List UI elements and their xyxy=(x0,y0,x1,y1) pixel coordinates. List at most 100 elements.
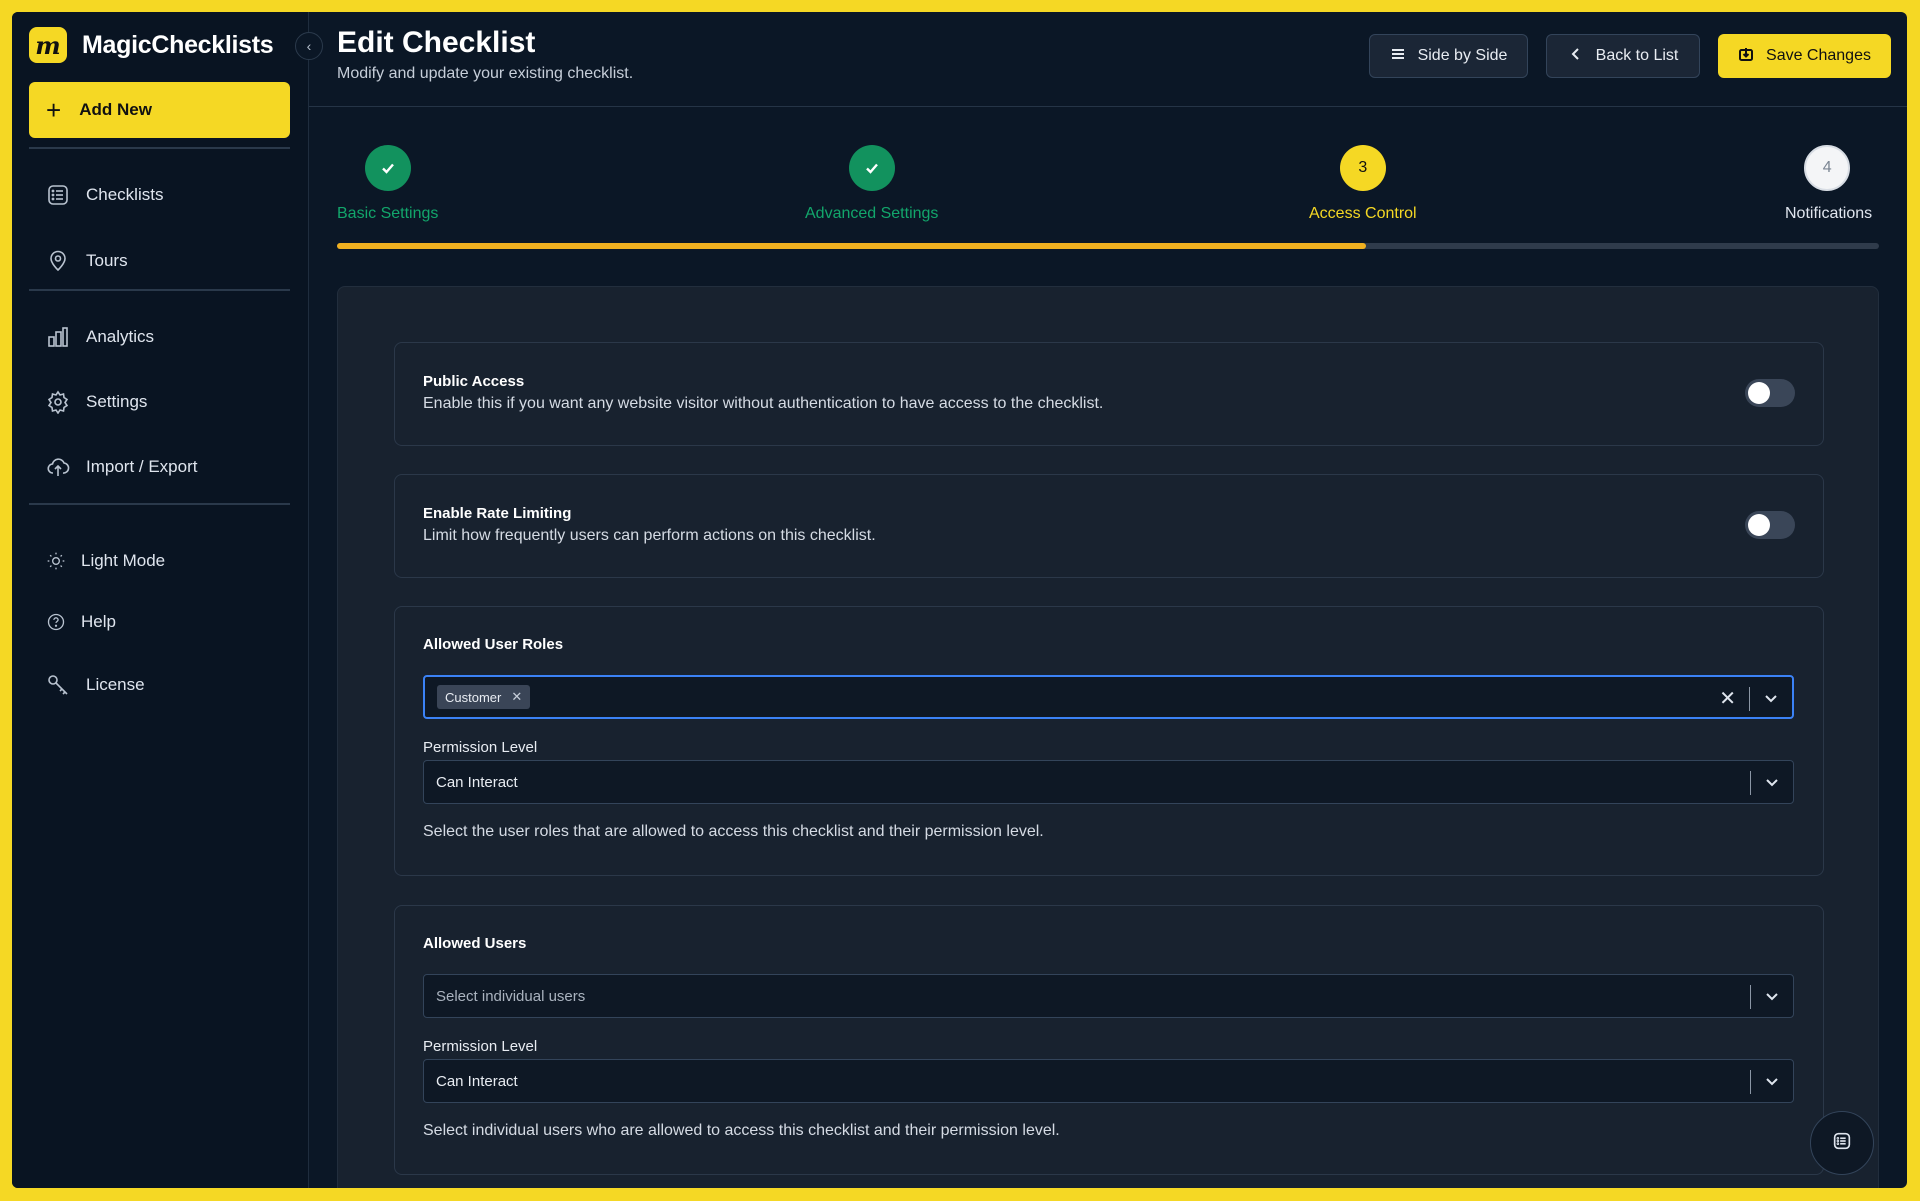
chevron-left-icon: ‹ xyxy=(306,38,312,54)
sidebar-item-help[interactable]: Help xyxy=(29,598,290,646)
users-permission-value: Can Interact xyxy=(436,1072,518,1090)
select-separator xyxy=(1750,985,1751,1009)
allowed-roles-title: Allowed User Roles xyxy=(423,636,564,653)
roles-permission-value: Can Interact xyxy=(436,773,518,791)
menu-lines-icon xyxy=(1390,46,1406,67)
save-changes-button[interactable]: Save Changes xyxy=(1718,34,1891,78)
users-permission-select[interactable]: Can Interact xyxy=(423,1059,1794,1103)
progress-fill xyxy=(337,243,1366,249)
sidebar-divider xyxy=(29,147,290,149)
users-help-text: Select individual users who are allowed … xyxy=(423,1122,1060,1139)
sidebar-item-settings[interactable]: Settings xyxy=(29,378,290,426)
sidebar-item-label: Settings xyxy=(86,392,148,411)
sidebar-item-tours[interactable]: Tours xyxy=(29,237,290,285)
checklist-launcher-button[interactable] xyxy=(1810,1111,1874,1175)
progress-bar xyxy=(337,243,1879,249)
rate-limiting-title: Enable Rate Limiting xyxy=(423,505,572,522)
sidebar-item-import-export[interactable]: Import / Export xyxy=(29,443,290,491)
chevron-left-icon xyxy=(1568,46,1584,67)
list-icon xyxy=(1831,1130,1853,1157)
step-label: Access Control xyxy=(1309,205,1417,222)
roles-help-text: Select the user roles that are allowed t… xyxy=(423,823,1044,840)
sidebar: m MagicChecklists + Add New Checklists T… xyxy=(12,12,309,1188)
bar-chart-icon xyxy=(45,324,71,350)
rate-limiting-card: Enable Rate Limiting Limit how frequentl… xyxy=(394,474,1824,578)
toggle-knob xyxy=(1748,514,1770,536)
step-access-control[interactable]: 3 Access Control xyxy=(1309,145,1417,223)
side-by-side-button[interactable]: Side by Side xyxy=(1369,34,1528,78)
roles-permission-label: Permission Level xyxy=(423,739,538,756)
sidebar-divider xyxy=(29,289,290,291)
collapse-sidebar-button[interactable]: ‹ xyxy=(295,32,323,60)
rate-limiting-description: Limit how frequently users can perform a… xyxy=(423,527,876,544)
step-label: Basic Settings xyxy=(337,205,439,222)
clear-icon[interactable]: ✕ xyxy=(1719,686,1736,711)
list-icon xyxy=(45,182,71,208)
select-separator xyxy=(1750,771,1751,795)
select-separator xyxy=(1750,1070,1751,1094)
back-to-list-label: Back to List xyxy=(1595,47,1679,64)
page-subtitle: Modify and update your existing checklis… xyxy=(337,65,634,82)
cloud-upload-icon xyxy=(45,454,71,480)
plus-icon: + xyxy=(46,95,62,125)
step-label: Advanced Settings xyxy=(805,205,939,222)
sidebar-item-checklists[interactable]: Checklists xyxy=(29,171,290,219)
step-number: 4 xyxy=(1804,145,1851,191)
role-chip: Customer ✕ xyxy=(437,685,531,709)
users-select-placeholder: Select individual users xyxy=(436,987,586,1005)
step-label: Notifications xyxy=(1785,205,1873,222)
page-title: Edit Checklist xyxy=(337,26,536,59)
roles-multiselect[interactable]: Customer ✕ ✕ xyxy=(423,675,1794,719)
sidebar-item-label: Checklists xyxy=(86,185,164,204)
sidebar-item-label: Analytics xyxy=(86,327,155,346)
remove-chip-icon[interactable]: ✕ xyxy=(511,689,522,705)
light-mode-toggle[interactable]: Light Mode xyxy=(29,537,290,585)
sun-icon xyxy=(45,548,67,574)
app-window: m MagicChecklists + Add New Checklists T… xyxy=(12,12,1907,1188)
chevron-down-icon[interactable] xyxy=(1762,689,1780,707)
chevron-down-icon[interactable] xyxy=(1763,987,1781,1005)
save-changes-label: Save Changes xyxy=(1766,47,1871,64)
public-access-card: Public Access Enable this if you want an… xyxy=(394,342,1824,446)
help-circle-icon xyxy=(45,609,67,635)
access-control-panel: Public Access Enable this if you want an… xyxy=(337,286,1879,1188)
check-icon xyxy=(848,145,895,191)
brand[interactable]: m MagicChecklists xyxy=(29,27,274,63)
sidebar-item-label: License xyxy=(86,675,145,694)
key-icon xyxy=(45,672,71,698)
allowed-users-card: Allowed Users Select individual users Pe… xyxy=(394,905,1824,1175)
chevron-down-icon[interactable] xyxy=(1763,773,1781,791)
users-select[interactable]: Select individual users xyxy=(423,974,1794,1018)
page-header: Edit Checklist Modify and update your ex… xyxy=(309,12,1907,107)
gear-icon xyxy=(45,389,71,415)
step-notifications[interactable]: 4 Notifications xyxy=(1785,145,1872,223)
step-advanced-settings[interactable]: Advanced Settings xyxy=(805,145,938,223)
side-by-side-label: Side by Side xyxy=(1417,47,1508,64)
add-new-button[interactable]: + Add New xyxy=(29,82,290,138)
sidebar-item-label: Light Mode xyxy=(81,551,166,570)
public-access-toggle[interactable] xyxy=(1745,379,1795,407)
allowed-users-title: Allowed Users xyxy=(423,935,527,952)
save-icon xyxy=(1738,46,1754,67)
sidebar-item-label: Tours xyxy=(86,251,128,270)
step-number: 3 xyxy=(1339,145,1386,191)
select-separator xyxy=(1749,687,1750,711)
main-content: Edit Checklist Modify and update your ex… xyxy=(309,12,1907,1188)
toggle-knob xyxy=(1748,382,1770,404)
back-to-list-button[interactable]: Back to List xyxy=(1546,34,1700,78)
sidebar-item-analytics[interactable]: Analytics xyxy=(29,313,290,361)
sidebar-item-license[interactable]: License xyxy=(29,661,290,709)
public-access-description: Enable this if you want any website visi… xyxy=(423,395,1104,412)
users-permission-label: Permission Level xyxy=(423,1038,538,1055)
role-chip-label: Customer xyxy=(445,689,502,705)
sidebar-divider xyxy=(29,503,290,505)
map-pin-icon xyxy=(45,248,71,274)
brand-logo: m xyxy=(29,27,67,63)
add-new-label: Add New xyxy=(79,100,152,119)
step-basic-settings[interactable]: Basic Settings xyxy=(337,145,438,223)
roles-permission-select[interactable]: Can Interact xyxy=(423,760,1794,804)
rate-limiting-toggle[interactable] xyxy=(1745,511,1795,539)
public-access-title: Public Access xyxy=(423,373,525,390)
allowed-roles-card: Allowed User Roles Customer ✕ ✕ Permissi… xyxy=(394,606,1824,876)
chevron-down-icon[interactable] xyxy=(1763,1072,1781,1090)
